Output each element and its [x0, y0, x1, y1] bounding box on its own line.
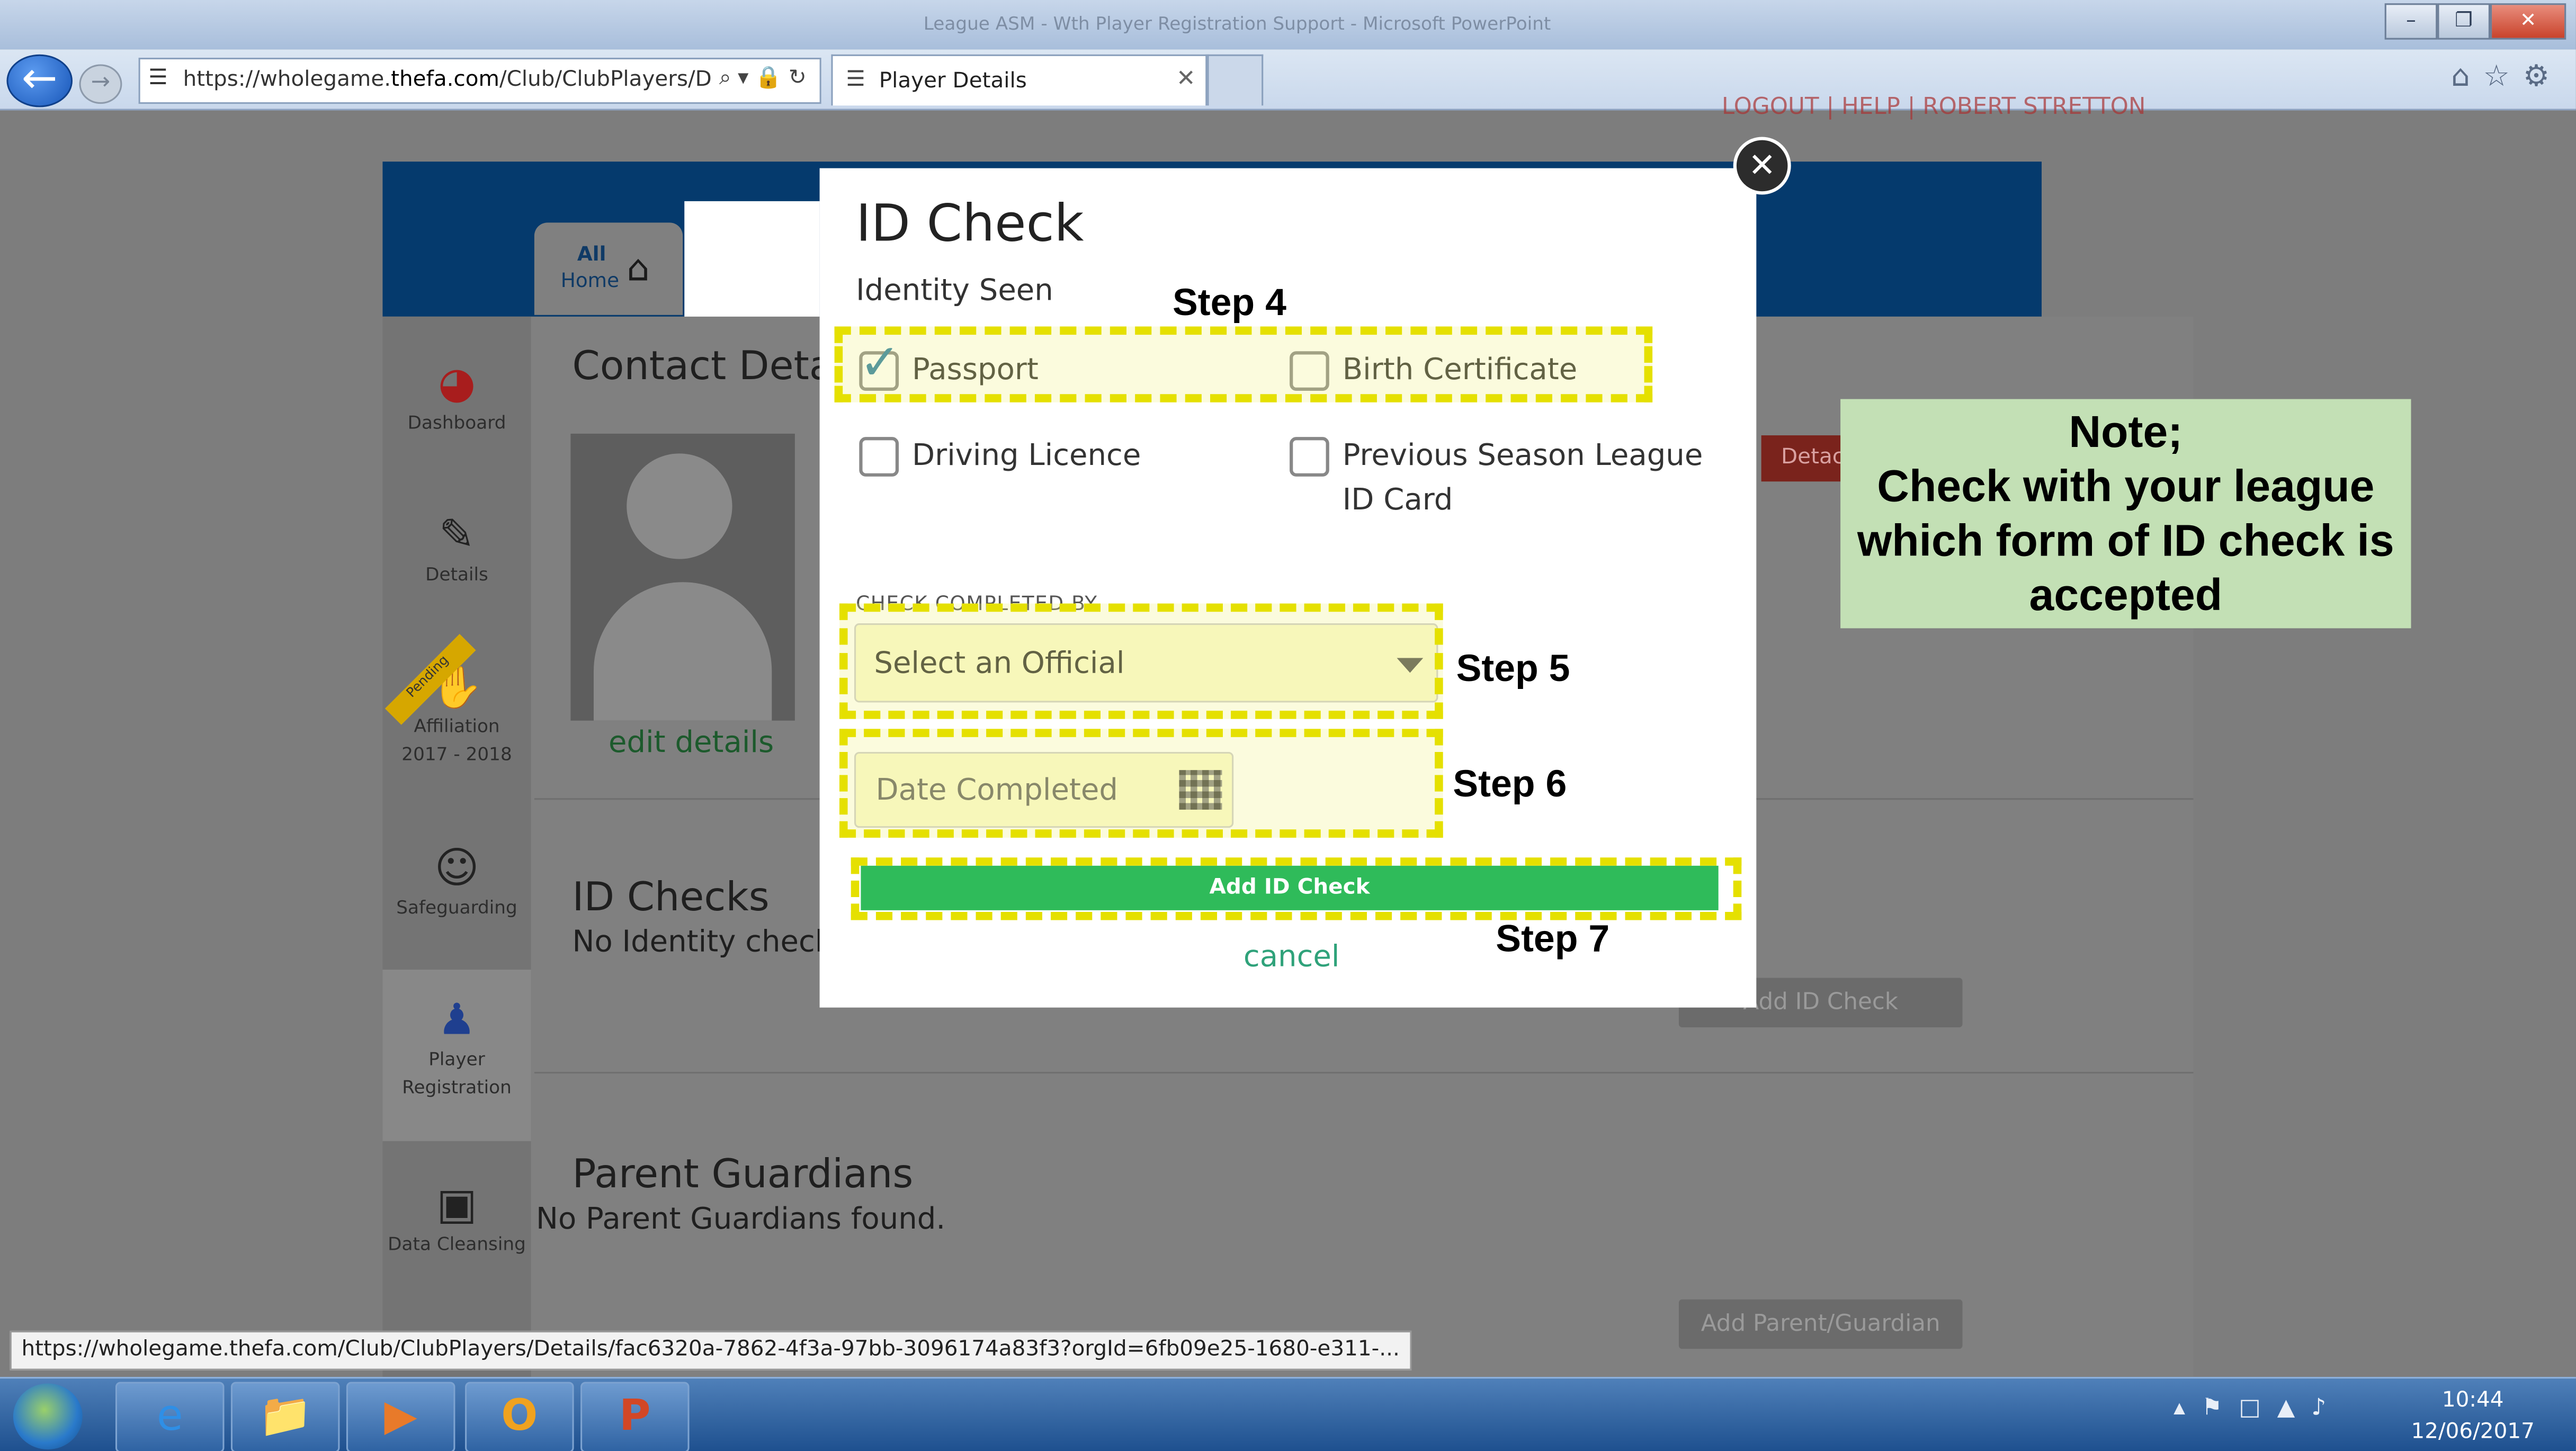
sidebar-item-safeguarding[interactable]: ☺ Safeguarding: [382, 818, 531, 966]
identity-seen-label: Identity Seen: [856, 273, 1053, 309]
tab-title: Player Details: [879, 69, 1027, 94]
address-bar[interactable]: ☰ https://wholegame.thefa.com/Club/ClubP…: [138, 57, 821, 104]
contact-heading: Contact Deta: [572, 343, 834, 389]
browser-toolbar: ← → ☰ https://wholegame.thefa.com/Club/C…: [0, 49, 2576, 111]
note-box: Note; Check with your league which form …: [1840, 399, 2411, 629]
pencil-icon: ✎: [439, 511, 475, 561]
start-button[interactable]: [13, 1383, 83, 1450]
section-divider: [534, 1072, 2194, 1074]
avatar: [570, 433, 795, 721]
sidebar-item-label: Details: [425, 563, 488, 586]
add-parent-guardian-button[interactable]: Add Parent/Guardian: [1678, 1299, 1963, 1349]
sidebar-item-sublabel: Registration: [402, 1077, 512, 1098]
step7-highlight: [851, 857, 1742, 920]
step5-highlight: [839, 603, 1443, 719]
taskbar: e 📁 ▶ O P ▴⚑□▲♪ 10:44 12/06/2017: [0, 1377, 2576, 1451]
status-bar-url: https://wholegame.thefa.com/Club/ClubPla…: [10, 1330, 1411, 1371]
top-links[interactable]: LOGOUT | HELP | ROBERT STRETTON: [1722, 94, 2146, 120]
step7-label: Step 7: [1496, 917, 1610, 960]
tab-close-icon[interactable]: ✕: [1176, 66, 1196, 93]
sidebar-item-player-registration[interactable]: ♟ Player Registration: [382, 969, 531, 1141]
edit-details-link[interactable]: edit details: [609, 726, 774, 760]
house-icon: ⌂: [627, 249, 650, 291]
forward-arrow-icon[interactable]: →: [79, 64, 122, 104]
step5-label: Step 5: [1456, 646, 1570, 689]
clock-date: 12/06/2017: [2411, 1420, 2535, 1445]
favorites-star-icon[interactable]: ☆: [2483, 59, 2523, 94]
system-tray[interactable]: ▴⚑□▲♪: [2174, 1395, 2342, 1421]
speedometer-icon: ◕: [438, 359, 476, 409]
sidebar-item-data-cleansing[interactable]: ▣ Data Cleansing: [382, 1154, 531, 1303]
browser-tab[interactable]: ☰ Player Details ✕: [831, 54, 1208, 106]
sidebar-item-label: Safeguarding: [396, 897, 517, 919]
id-checks-empty-text: No Identity checks: [572, 925, 848, 960]
sidebar-item-label: Player: [428, 1049, 485, 1070]
home-tab-line1: All: [577, 242, 606, 266]
step6-label: Step 6: [1453, 762, 1567, 805]
media-player-icon[interactable]: ▶: [346, 1382, 455, 1451]
box-icon: ▣: [436, 1180, 477, 1230]
step4-label: Step 4: [1172, 280, 1286, 324]
screen: League ASM - Wth Player Registration Sup…: [0, 0, 2576, 1451]
restore-button[interactable]: ❐: [2437, 3, 2490, 40]
window-title: League ASM - Wth Player Registration Sup…: [923, 13, 1551, 35]
people-icon: ☺: [434, 844, 479, 894]
outlook-icon[interactable]: O: [465, 1382, 574, 1451]
parent-guardians-empty-text: No Parent Guardians found.: [536, 1202, 946, 1237]
close-window-button[interactable]: ✕: [2490, 3, 2566, 40]
tab-gap: [684, 201, 820, 330]
folder-icon[interactable]: 📁: [230, 1382, 340, 1451]
id-checks-heading: ID Checks: [572, 874, 770, 920]
sidebar-item-details[interactable]: ✎ Details: [382, 485, 531, 633]
clock-time: 10:44: [2441, 1388, 2504, 1413]
all-home-tab[interactable]: All Home ⌂: [534, 222, 683, 315]
step4-highlight: [834, 326, 1653, 402]
sidebar-item-label: Data Cleansing: [388, 1233, 526, 1255]
driving-licence-checkbox[interactable]: [859, 437, 899, 477]
driving-licence-label: Driving Licence: [911, 438, 1141, 473]
home-icon[interactable]: ⌂: [2451, 59, 2483, 94]
sidebar-item-sublabel: 2017 - 2018: [401, 744, 512, 765]
modal-title: ID Check: [856, 194, 1084, 254]
close-icon[interactable]: ✕: [1733, 137, 1791, 195]
note-title: Note;: [2069, 407, 2183, 457]
gear-icon[interactable]: ⚙: [2523, 59, 2563, 94]
note-body: Check with your league which form of ID …: [1857, 461, 2394, 620]
site-favicon-icon: ☰: [148, 66, 168, 91]
shirt-icon: ♟: [437, 996, 476, 1046]
internet-explorer-icon[interactable]: e: [115, 1382, 225, 1451]
browser-tools[interactable]: ⌂☆⚙: [2451, 59, 2563, 94]
cancel-link[interactable]: cancel: [1244, 940, 1340, 974]
powerpoint-icon[interactable]: P: [580, 1382, 690, 1451]
sidebar-item-dashboard[interactable]: ◕ Dashboard: [382, 333, 531, 481]
parent-guardians-heading: Parent Guardians: [572, 1151, 914, 1197]
new-tab-button[interactable]: [1207, 54, 1264, 106]
back-arrow-icon[interactable]: ←: [6, 54, 73, 108]
window-titlebar: League ASM - Wth Player Registration Sup…: [0, 0, 2576, 50]
league-id-card-checkbox[interactable]: [1290, 437, 1329, 477]
tab-favicon-icon: ☰: [846, 67, 865, 93]
minimize-button[interactable]: –: [2384, 3, 2438, 40]
address-url: https://wholegame.thefa.com/Club/ClubPla…: [183, 67, 712, 93]
home-tab-line2: Home: [560, 268, 620, 292]
sidebar-item-label: Dashboard: [407, 412, 506, 434]
clock[interactable]: 10:44 12/06/2017: [2411, 1385, 2535, 1448]
league-id-card-label: Previous Season League ID Card: [1342, 438, 1703, 518]
step6-highlight: [839, 729, 1443, 838]
address-actions[interactable]: ⌕▾🔒↻: [719, 66, 813, 91]
